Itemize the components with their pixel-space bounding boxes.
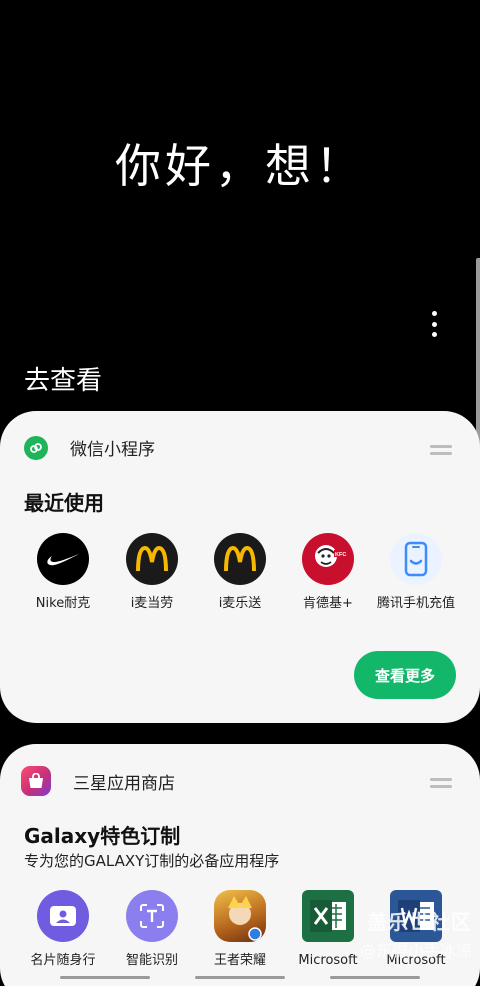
app-nike[interactable]: Nike耐克 bbox=[15, 533, 111, 613]
app-mcdonalds[interactable]: i麦当劳 bbox=[104, 533, 200, 613]
app-name: Microsoft bbox=[298, 953, 358, 968]
wechat-mini-program-card: 微信小程序 最近使用 Nike耐克 i麦当劳 i麦乐送 KFC 肯德基+ 腾讯手… bbox=[0, 411, 480, 723]
honor-of-kings-icon bbox=[214, 890, 266, 942]
app-business-card[interactable]: 名片随身行 bbox=[15, 890, 111, 970]
app-name: Nike耐克 bbox=[35, 596, 91, 611]
kfc-icon: KFC bbox=[302, 533, 354, 585]
watermark: 盖乐世社区 @东得小手冰凉 bbox=[360, 906, 472, 961]
card-header: 微信小程序 bbox=[24, 435, 155, 460]
card-header: 三星应用商店 bbox=[21, 766, 175, 796]
watermark-title: 盖乐世社区 bbox=[367, 910, 472, 934]
svg-text:KFC: KFC bbox=[335, 552, 346, 558]
card-title: Galaxy特色订制 bbox=[24, 824, 181, 848]
greeting: 你好，想！ bbox=[115, 139, 365, 193]
business-card-icon bbox=[37, 890, 89, 942]
more-options-icon[interactable] bbox=[424, 311, 444, 337]
galaxy-store-icon bbox=[21, 766, 51, 796]
nike-icon bbox=[37, 533, 89, 585]
watermark-author: @东得小手冰凉 bbox=[359, 941, 472, 960]
app-name: i麦当劳 bbox=[130, 596, 174, 611]
mcdelivery-icon bbox=[214, 533, 266, 585]
collapse-icon[interactable] bbox=[430, 778, 452, 788]
navigation-bar[interactable] bbox=[60, 976, 420, 980]
app-text-recognition[interactable]: 智能识别 bbox=[104, 890, 200, 970]
app-name: 王者荣耀 bbox=[213, 953, 266, 968]
app-name: 名片随身行 bbox=[30, 953, 96, 968]
app-name: i麦乐送 bbox=[218, 596, 262, 611]
view-more-button[interactable]: 查看更多 bbox=[354, 651, 456, 699]
app-honor-of-kings[interactable]: 王者荣耀 bbox=[192, 890, 288, 970]
app-tencent-recharge[interactable]: 腾讯手机充值 bbox=[368, 533, 464, 613]
mcdonalds-icon bbox=[126, 533, 178, 585]
app-name: 腾讯手机充值 bbox=[376, 596, 455, 611]
phone-recharge-icon bbox=[390, 533, 442, 585]
app-name: 智能识别 bbox=[125, 953, 178, 968]
app-mcdelivery[interactable]: i麦乐送 bbox=[192, 533, 288, 613]
app-name: 肯德基+ bbox=[303, 596, 353, 611]
collapse-icon[interactable] bbox=[430, 445, 452, 455]
card-header-label: 三星应用商店 bbox=[73, 773, 175, 794]
edge-panel-handle[interactable] bbox=[476, 258, 480, 448]
app-kfc[interactable]: KFC 肯德基+ bbox=[280, 533, 376, 613]
text-recognition-icon bbox=[126, 890, 178, 942]
card-title: 最近使用 bbox=[24, 491, 104, 515]
card-subtitle: 专为您的GALAXY订制的必备应用程序 bbox=[24, 852, 280, 870]
wechat-mini-program-icon bbox=[24, 435, 48, 460]
section-heading: 去查看 bbox=[24, 366, 103, 396]
excel-icon bbox=[302, 890, 354, 942]
card-header-label: 微信小程序 bbox=[70, 440, 155, 460]
